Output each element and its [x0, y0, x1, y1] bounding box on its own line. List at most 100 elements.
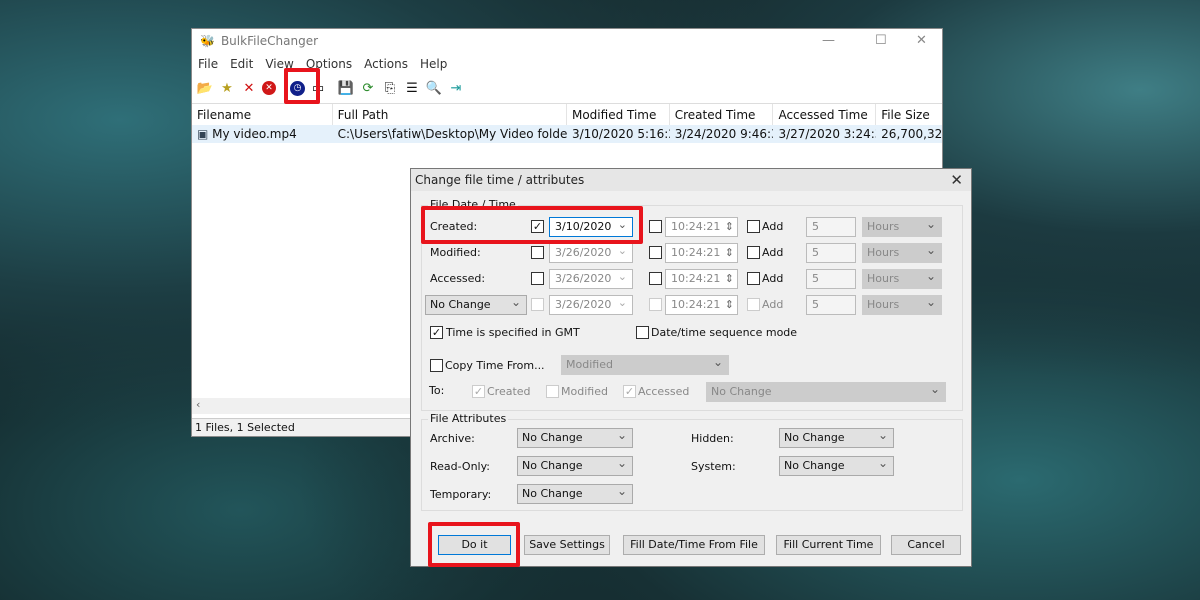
column-full-path[interactable]: Full Path — [333, 104, 567, 125]
created-add-checkbox[interactable] — [747, 220, 760, 233]
table-header: Filename Full Path Modified Time Created… — [192, 103, 942, 125]
modified-add-checkbox[interactable] — [747, 246, 760, 259]
cell-size: 26,700,322 — [881, 127, 942, 141]
created-add-label: Add — [762, 220, 784, 233]
created-unit-select[interactable]: Hours — [862, 215, 942, 237]
other-date[interactable]: 3/26/2020 ⌄ — [549, 295, 633, 315]
modified-checkbox[interactable] — [531, 246, 544, 259]
cell-modified: 3/10/2020 5:16:2... — [571, 127, 670, 141]
modified-label: Modified: — [430, 246, 481, 259]
archive-label: Archive: — [430, 432, 475, 445]
modified-amount[interactable]: 5 — [806, 243, 856, 263]
to-accessed-checkbox[interactable]: ✓ — [623, 385, 636, 398]
dialog-title: Change file time / attributes — [411, 169, 971, 191]
cell-filename: My video.mp4 — [212, 127, 297, 141]
group-title: File Attributes — [428, 412, 509, 425]
spin-icon: ⇕ — [721, 244, 737, 262]
cell-created: 3/24/2020 9:46:3... — [674, 127, 774, 141]
accessed-checkbox[interactable] — [531, 272, 544, 285]
accessed-amount[interactable]: 5 — [806, 269, 856, 289]
modified-add-label: Add — [762, 246, 784, 259]
cancel-button[interactable]: Cancel — [891, 535, 961, 555]
column-file-size[interactable]: File Size — [876, 104, 942, 125]
menu-help[interactable]: Help — [420, 57, 447, 71]
highlight-toolbar-button — [284, 68, 320, 104]
menu-file[interactable]: File — [198, 57, 218, 71]
menu-actions[interactable]: Actions — [364, 57, 408, 71]
column-filename[interactable]: Filename — [192, 104, 333, 125]
system-label: System: — [691, 460, 736, 473]
table-row[interactable]: ▣ My video.mp4 C:\Users\fatiw\Desktop\My… — [192, 125, 942, 143]
to-modified-checkbox[interactable] — [546, 385, 559, 398]
open-folder-icon[interactable]: 📂 — [196, 79, 214, 97]
other-unit-select[interactable]: Hours — [862, 293, 942, 315]
other-amount[interactable]: 5 — [806, 295, 856, 315]
readonly-label: Read-Only: — [430, 460, 491, 473]
minimize-button[interactable]: — — [822, 33, 835, 48]
hidden-select[interactable]: No Change — [779, 426, 894, 448]
copy-time-checkbox[interactable] — [430, 359, 443, 372]
maximize-button[interactable]: ☐ — [875, 33, 887, 48]
temporary-select[interactable]: No Change — [517, 482, 633, 504]
to-created-checkbox[interactable]: ✓ — [472, 385, 485, 398]
other-time-select[interactable]: No Change — [425, 293, 527, 315]
spin-icon: ⇕ — [721, 218, 737, 236]
window-title: BulkFileChanger — [220, 34, 319, 48]
close-button[interactable]: ✕ — [916, 33, 927, 48]
hidden-label: Hidden: — [691, 432, 734, 445]
sequence-checkbox[interactable] — [636, 326, 649, 339]
fill-current-time-button[interactable]: Fill Current Time — [776, 535, 881, 555]
modified-date[interactable]: 3/26/2020 ⌄ — [549, 243, 633, 263]
delete-icon[interactable]: ✕ — [240, 79, 258, 97]
system-select[interactable]: No Change — [779, 454, 894, 476]
toolbar: 📂 ★ ✕ ✕ ◷ ▭ 💾 ⟳ ⎘ ☰ 🔍 ⇥ — [196, 76, 465, 100]
search-icon[interactable]: 🔍 — [425, 79, 443, 97]
accessed-time[interactable]: 10:24:21 PM ⇕ — [665, 269, 738, 289]
copy-from-select[interactable]: Modified — [561, 353, 729, 375]
to-label: To: — [429, 384, 445, 397]
created-time-checkbox[interactable] — [649, 220, 662, 233]
spin-icon: ⇕ — [721, 296, 737, 314]
dialog-close-button[interactable]: ✕ — [950, 171, 963, 189]
created-time[interactable]: 10:24:21 PM ⇕ — [665, 217, 738, 237]
refresh-icon[interactable]: ⟳ — [359, 79, 377, 97]
archive-select[interactable]: No Change — [517, 426, 633, 448]
modified-unit-select[interactable]: Hours — [862, 241, 942, 263]
created-amount[interactable]: 5 — [806, 217, 856, 237]
modified-time[interactable]: 10:24:21 PM ⇕ — [665, 243, 738, 263]
fill-from-file-button[interactable]: Fill Date/Time From File — [623, 535, 765, 555]
menu-edit[interactable]: Edit — [230, 57, 253, 71]
other-checkbox[interactable] — [531, 298, 544, 311]
accessed-add-label: Add — [762, 272, 784, 285]
other-time[interactable]: 10:24:21 PM ⇕ — [665, 295, 738, 315]
gmt-checkbox[interactable]: ✓ — [430, 326, 443, 339]
to-select[interactable]: No Change — [706, 380, 946, 402]
save-settings-button[interactable]: Save Settings — [524, 535, 610, 555]
modified-time-checkbox[interactable] — [649, 246, 662, 259]
cell-path: C:\Users\fatiw\Desktop\My Video folder\M… — [337, 127, 567, 141]
to-accessed-label: Accessed — [638, 385, 690, 398]
other-time-checkbox[interactable] — [649, 298, 662, 311]
accessed-date[interactable]: 3/26/2020 ⌄ — [549, 269, 633, 289]
column-accessed-time[interactable]: Accessed Time — [773, 104, 877, 125]
sequence-label: Date/time sequence mode — [651, 326, 798, 339]
horizontal-scrollbar[interactable]: ‹ — [192, 398, 412, 414]
column-created-time[interactable]: Created Time — [670, 104, 774, 125]
to-modified-label: Modified — [561, 385, 608, 398]
accessed-add-checkbox[interactable] — [747, 272, 760, 285]
file-icon: ▣ — [197, 127, 213, 141]
highlight-created-row — [421, 206, 643, 244]
to-created-label: Created — [487, 385, 531, 398]
copy-icon[interactable]: ⎘ — [381, 79, 399, 97]
properties-icon[interactable]: ☰ — [403, 79, 421, 97]
add-folder-icon[interactable]: ★ — [218, 79, 236, 97]
accessed-time-checkbox[interactable] — [649, 272, 662, 285]
accessed-label: Accessed: — [430, 272, 486, 285]
other-add-checkbox[interactable] — [747, 298, 760, 311]
exit-icon[interactable]: ⇥ — [447, 79, 465, 97]
save-icon[interactable]: 💾 — [337, 79, 355, 97]
remove-all-icon[interactable]: ✕ — [262, 81, 276, 95]
readonly-select[interactable]: No Change — [517, 454, 633, 476]
accessed-unit-select[interactable]: Hours — [862, 267, 942, 289]
column-modified-time[interactable]: Modified Time — [567, 104, 670, 125]
